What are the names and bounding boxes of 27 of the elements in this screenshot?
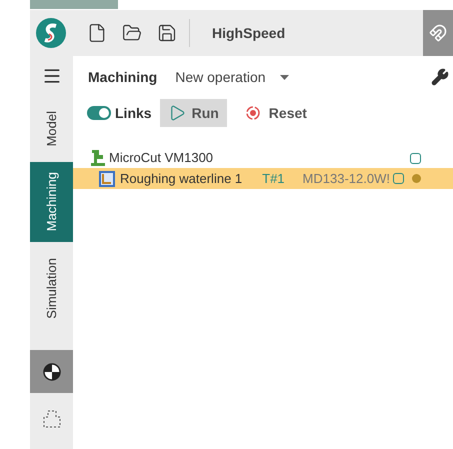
quarter-circle-icon[interactable] bbox=[42, 362, 60, 381]
holder-label: MD133-12.0W! bbox=[302, 170, 390, 188]
operation-dropdown[interactable]: New operation bbox=[175, 66, 289, 88]
tree-row[interactable]: MicroCut VM1300 bbox=[73, 148, 453, 168]
tree-row[interactable]: Roughing waterline 1 T#1 MD133-12.0W! bbox=[73, 168, 453, 189]
app-logo-icon[interactable] bbox=[36, 18, 66, 48]
reset-target-icon bbox=[244, 105, 261, 121]
magnet-icon[interactable] bbox=[429, 24, 447, 42]
sidebar-tab[interactable]: Model bbox=[30, 101, 73, 156]
new-file-icon[interactable] bbox=[87, 23, 107, 43]
open-folder-icon[interactable] bbox=[122, 23, 142, 43]
reset-button[interactable]: Reset bbox=[244, 102, 307, 124]
wrench-icon[interactable] bbox=[431, 68, 449, 86]
operation-label: Roughing waterline 1 bbox=[120, 170, 242, 188]
sidebar-tab[interactable]: Simulation bbox=[30, 248, 73, 328]
project-title: HighSpeed bbox=[212, 24, 286, 43]
sidebar-tab[interactable]: Machining bbox=[30, 162, 73, 242]
run-button[interactable]: Run bbox=[160, 99, 227, 127]
section-title: Machining bbox=[88, 68, 158, 87]
machine-label: MicroCut VM1300 bbox=[109, 149, 214, 168]
tool-number: T#1 bbox=[262, 170, 285, 188]
machine-icon bbox=[89, 149, 107, 167]
caret-icon bbox=[280, 74, 289, 80]
links-toggle[interactable]: Links bbox=[87, 102, 152, 124]
operation-icon bbox=[98, 170, 116, 188]
save-icon[interactable] bbox=[157, 23, 177, 43]
dashed-selection-icon[interactable] bbox=[42, 409, 62, 430]
